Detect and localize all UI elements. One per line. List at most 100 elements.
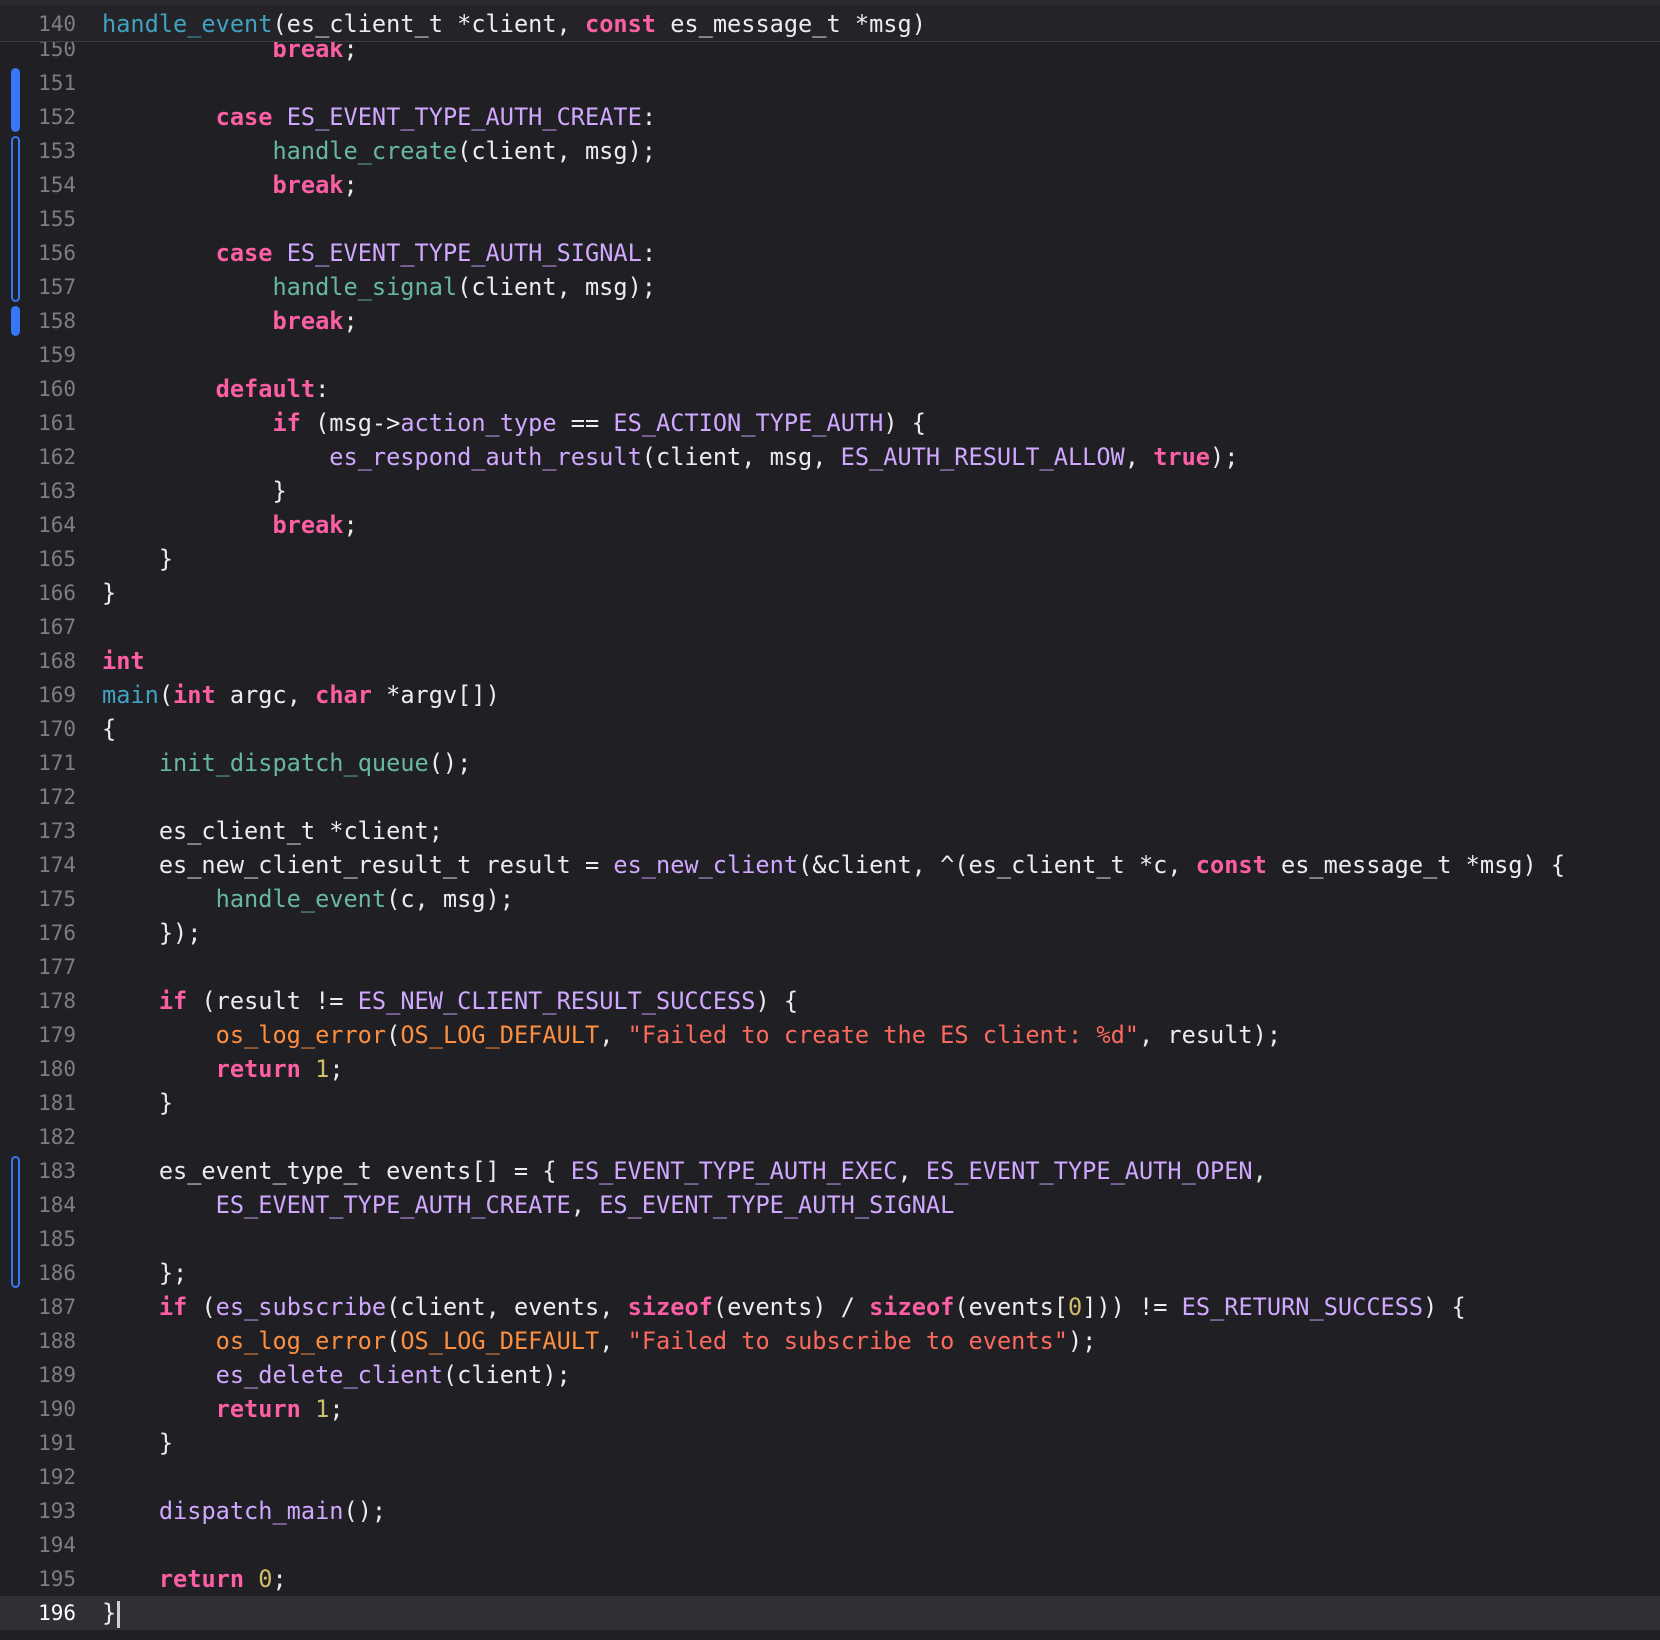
code-line-153[interactable]: 153 handle_create(client, msg); xyxy=(0,134,1660,168)
code-line-175[interactable]: 175 handle_event(c, msg); xyxy=(0,882,1660,916)
plain-token: ])) != xyxy=(1082,1293,1182,1321)
code-line-151[interactable]: 151 xyxy=(0,66,1660,100)
code-line-183[interactable]: 183 es_event_type_t events[] = { ES_EVEN… xyxy=(0,1154,1660,1188)
change-marker[interactable] xyxy=(11,68,20,132)
line-number: 187 xyxy=(38,1295,76,1319)
code-line-173[interactable]: 173 es_client_t *client; xyxy=(0,814,1660,848)
code-line-186[interactable]: 186 }; xyxy=(0,1256,1660,1290)
code-line-194[interactable]: 194 xyxy=(0,1528,1660,1562)
line-code: handle_create(client, msg); xyxy=(102,134,656,168)
code-line-178[interactable]: 178 if (result != ES_NEW_CLIENT_RESULT_S… xyxy=(0,984,1660,1018)
code-line-189[interactable]: 189 es_delete_client(client); xyxy=(0,1358,1660,1392)
code-line-174[interactable]: 174 es_new_client_result_t result = es_n… xyxy=(0,848,1660,882)
line-number: 171 xyxy=(38,751,76,775)
code-line-165[interactable]: 165 } xyxy=(0,542,1660,576)
string-token: "Failed to create the ES client: %d" xyxy=(627,1021,1139,1049)
code-line-184[interactable]: 184 ES_EVENT_TYPE_AUTH_CREATE, ES_EVENT_… xyxy=(0,1188,1660,1222)
code-line-154[interactable]: 154 break; xyxy=(0,168,1660,202)
code-line-188[interactable]: 188 os_log_error(OS_LOG_DEFAULT, "Failed… xyxy=(0,1324,1660,1358)
line-number: 179 xyxy=(38,1023,76,1047)
line-number: 191 xyxy=(38,1431,76,1455)
keyword-token: if xyxy=(158,1293,188,1321)
constant-token: ES_EVENT_TYPE_AUTH_SIGNAL xyxy=(599,1191,955,1219)
code-line-166[interactable]: 166} xyxy=(0,576,1660,610)
code-line-152[interactable]: 152 case ES_EVENT_TYPE_AUTH_CREATE: xyxy=(0,100,1660,134)
line-code: main(int argc, char *argv[]) xyxy=(102,678,500,712)
declaration-token: handle_event xyxy=(102,10,273,38)
keyword-token: if xyxy=(158,987,188,1015)
change-marker[interactable] xyxy=(11,306,20,336)
code-line-195[interactable]: 195 return 0; xyxy=(0,1562,1660,1596)
code-line-179[interactable]: 179 os_log_error(OS_LOG_DEFAULT, "Failed… xyxy=(0,1018,1660,1052)
code-line-162[interactable]: 162 es_respond_auth_result(client, msg, … xyxy=(0,440,1660,474)
constant-token: ES_EVENT_TYPE_AUTH_CREATE xyxy=(215,1191,571,1219)
code-line-169[interactable]: 169 main(int argc, char *argv[]) xyxy=(0,678,1660,712)
plain-token: : xyxy=(641,239,657,267)
plain-token: } xyxy=(102,1599,117,1627)
code-line-193[interactable]: 193 dispatch_main(); xyxy=(0,1494,1660,1528)
line-number: 169 xyxy=(38,683,76,707)
sticky-header-line[interactable]: 140 handle_event(es_client_t *client, con… xyxy=(0,7,1660,42)
line-code: } xyxy=(102,474,286,508)
code-line-159[interactable]: 159 xyxy=(0,338,1660,372)
plain-token: ; xyxy=(343,171,358,199)
plain-token: ) { xyxy=(883,409,926,437)
code-line-163[interactable]: 163 } xyxy=(0,474,1660,508)
code-line-191[interactable]: 191 } xyxy=(0,1426,1660,1460)
code-line-157[interactable]: 157 handle_signal(client, msg); xyxy=(0,270,1660,304)
keyword-token: return xyxy=(215,1055,301,1083)
line-number: 182 xyxy=(38,1125,76,1149)
line-code: es_client_t *client; xyxy=(102,814,443,848)
code-line-161[interactable]: 161 if (msg->action_type == ES_ACTION_TY… xyxy=(0,406,1660,440)
code-line-168[interactable]: 168 int xyxy=(0,644,1660,678)
code-line-167[interactable]: 167 xyxy=(0,610,1660,644)
plain-token: (client); xyxy=(442,1361,571,1389)
line-code: handle_signal(client, msg); xyxy=(102,270,656,304)
line-number: 164 xyxy=(38,513,76,537)
line-code: ES_EVENT_TYPE_AUTH_CREATE, ES_EVENT_TYPE… xyxy=(102,1188,955,1222)
code-line-160[interactable]: 160 default: xyxy=(0,372,1660,406)
code-editor[interactable]: 140 handle_event(es_client_t *client, con… xyxy=(0,0,1660,1640)
keyword-token: if xyxy=(272,409,301,437)
code-line-172[interactable]: 172 xyxy=(0,780,1660,814)
constant-token: action_type xyxy=(400,409,557,437)
code-line-156[interactable]: 156 case ES_EVENT_TYPE_AUTH_SIGNAL: xyxy=(0,236,1660,270)
line-code: if (msg->action_type == ES_ACTION_TYPE_A… xyxy=(102,406,926,440)
plain-token: ; xyxy=(329,1055,344,1083)
plain-token: , xyxy=(1252,1157,1267,1185)
code-line-196[interactable]: 196} xyxy=(0,1596,1660,1630)
code-line-177[interactable]: 177 xyxy=(0,950,1660,984)
code-line-170[interactable]: 170 { xyxy=(0,712,1660,746)
code-line-176[interactable]: 176 }); xyxy=(0,916,1660,950)
function-token: handle_event xyxy=(215,885,387,913)
code-line-185[interactable]: 185 xyxy=(0,1222,1660,1256)
plain-token: (client, msg); xyxy=(457,137,657,165)
line-code: } xyxy=(102,1086,173,1120)
code-line-164[interactable]: 164 break; xyxy=(0,508,1660,542)
code-line-171[interactable]: 171 init_dispatch_queue(); xyxy=(0,746,1660,780)
change-marker[interactable] xyxy=(11,1156,20,1288)
code-line-190[interactable]: 190 return 1; xyxy=(0,1392,1660,1426)
constant-token: es_subscribe xyxy=(215,1293,387,1321)
plain-token: (events) / xyxy=(712,1293,870,1321)
plain-token: ) { xyxy=(1423,1293,1466,1321)
line-code: dispatch_main(); xyxy=(102,1494,386,1528)
change-marker[interactable] xyxy=(11,136,20,302)
code-line-158[interactable]: 158 break; xyxy=(0,304,1660,338)
plain-token: , xyxy=(570,1191,600,1219)
plain-token: } xyxy=(102,545,174,573)
code-line-187[interactable]: 187 if (es_subscribe(client, events, siz… xyxy=(0,1290,1660,1324)
code-line-192[interactable]: 192 xyxy=(0,1460,1660,1494)
code-line-155[interactable]: 155 xyxy=(0,202,1660,236)
code-line-182[interactable]: 182 xyxy=(0,1120,1660,1154)
code-line-181[interactable]: 181 } xyxy=(0,1086,1660,1120)
code-line-180[interactable]: 180 return 1; xyxy=(0,1052,1660,1086)
